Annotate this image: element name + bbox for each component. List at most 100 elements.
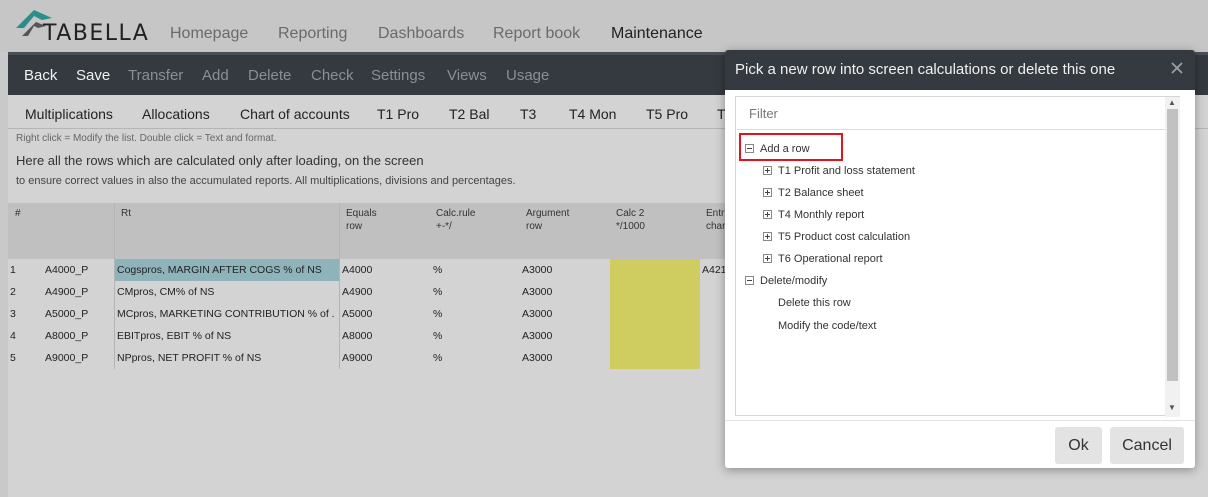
cell-rt[interactable]: EBITpros, EBIT % of NS: [117, 330, 335, 342]
check-button[interactable]: Check: [311, 67, 354, 84]
cell-code[interactable]: A9000_P: [45, 352, 111, 364]
cancel-button[interactable]: Cancel: [1110, 427, 1184, 464]
header-number[interactable]: #: [15, 207, 21, 220]
filter-input[interactable]: [737, 98, 1178, 130]
tree-node-label: T2 Balance sheet: [778, 187, 864, 199]
tab-chart-of-accounts[interactable]: Chart of accounts: [240, 106, 350, 122]
delete-button[interactable]: Delete: [248, 67, 291, 84]
views-button[interactable]: Views: [447, 67, 487, 84]
header-calc-2[interactable]: Calc 2 */1000: [616, 207, 645, 233]
usage-button[interactable]: Usage: [506, 67, 549, 84]
cell-number[interactable]: 2: [10, 286, 40, 298]
nav-reporting[interactable]: Reporting: [278, 25, 347, 43]
table-row[interactable]: 1 A4000_P Cogspros, MARGIN AFTER COGS % of…: [8, 259, 728, 281]
tree-node-delete-modify[interactable]: Delete/modify: [745, 275, 827, 287]
tree-node-t6[interactable]: T6 Operational report: [763, 253, 883, 265]
tab-t1-pro[interactable]: T1 Pro: [377, 106, 419, 122]
tree-node-label: Add a row: [760, 143, 810, 155]
tab-t2-bal[interactable]: T2 Bal: [449, 106, 489, 122]
cell-calc-rule[interactable]: %: [433, 264, 519, 276]
cell-argument-row[interactable]: A3000: [522, 286, 608, 298]
tree-node-delete-this-row[interactable]: Delete this row: [778, 297, 851, 309]
dialog-title: Pick a new row into screen calculations …: [735, 61, 1116, 78]
expand-toggle-icon[interactable]: [763, 232, 772, 241]
expand-toggle-icon[interactable]: [763, 210, 772, 219]
column-divider: [114, 203, 115, 369]
cell-calc-rule[interactable]: %: [433, 352, 519, 364]
nav-homepage[interactable]: Homepage: [170, 25, 248, 43]
settings-button[interactable]: Settings: [371, 67, 425, 84]
table-row[interactable]: 5 A9000_P NPpros, NET PROFIT % of NS A9000%…: [8, 347, 728, 369]
table-row[interactable]: 3 A5000_P MCpros, MARKETING CONTRIBUTION %…: [8, 303, 728, 325]
cell-calc-rule[interactable]: %: [433, 330, 519, 342]
tree-node-t2[interactable]: T2 Balance sheet: [763, 187, 864, 199]
collapse-toggle-icon[interactable]: [745, 144, 754, 153]
nav-dashboards[interactable]: Dashboards: [378, 25, 464, 43]
cell-number[interactable]: 1: [10, 264, 40, 276]
scroll-up-icon[interactable]: ▲: [1168, 98, 1176, 107]
nav-maintenance[interactable]: Maintenance: [611, 25, 703, 43]
cell-equals-row[interactable]: A8000: [342, 330, 428, 342]
tree-node-t4[interactable]: T4 Monthly report: [763, 209, 864, 221]
header-calc-rule[interactable]: Calc.rule +-*/: [436, 207, 475, 233]
cell-rt[interactable]: MCpros, MARKETING CONTRIBUTION % of ...: [117, 308, 335, 320]
dialog-footer: Ok Cancel: [725, 420, 1195, 468]
save-button[interactable]: Save: [76, 67, 110, 84]
collapse-toggle-icon[interactable]: [745, 276, 754, 285]
ok-button[interactable]: Ok: [1055, 427, 1102, 464]
cell-equals-row[interactable]: A9000: [342, 352, 428, 364]
header-entry-char[interactable]: Entr char: [706, 207, 725, 233]
pick-row-dialog: Pick a new row into screen calculations …: [725, 50, 1195, 468]
cell-code[interactable]: A5000_P: [45, 308, 111, 320]
cell-calc-rule[interactable]: %: [433, 286, 519, 298]
scroll-down-icon[interactable]: ▼: [1168, 403, 1176, 412]
tab-t3[interactable]: T3: [520, 106, 536, 122]
transfer-button[interactable]: Transfer: [128, 67, 183, 84]
tree-node-label: T5 Product cost calculation: [778, 231, 911, 243]
header-argument-row[interactable]: Argument row: [526, 207, 569, 233]
cell-entry-char[interactable]: A421: [702, 264, 726, 276]
tree-node-modify-code-text[interactable]: Modify the code/text: [778, 320, 876, 332]
nav-report-book[interactable]: Report book: [493, 25, 580, 43]
cell-code[interactable]: A4900_P: [45, 286, 111, 298]
usage-hint: Right click = Modify the list. Double cl…: [16, 133, 277, 144]
cell-code[interactable]: A8000_P: [45, 330, 111, 342]
cell-number[interactable]: 4: [10, 330, 40, 342]
cell-equals-row[interactable]: A5000: [342, 308, 428, 320]
add-button[interactable]: Add: [202, 67, 229, 84]
tab-t4-mon[interactable]: T4 Mon: [569, 106, 616, 122]
cell-calc-rule[interactable]: %: [433, 308, 519, 320]
cell-equals-row[interactable]: A4000: [342, 264, 428, 276]
cell-argument-row[interactable]: A3000: [522, 308, 608, 320]
cell-equals-row[interactable]: A4900: [342, 286, 428, 298]
tab-allocations[interactable]: Allocations: [142, 106, 210, 122]
tree-node-add-row[interactable]: Add a row: [745, 143, 810, 155]
close-icon[interactable]: [1169, 60, 1185, 76]
expand-toggle-icon[interactable]: [763, 166, 772, 175]
cell-rt[interactable]: CMpros, CM% of NS: [117, 286, 335, 298]
cell-argument-row[interactable]: A3000: [522, 352, 608, 364]
back-button[interactable]: Back: [24, 67, 57, 84]
expand-toggle-icon[interactable]: [763, 254, 772, 263]
tree-scrollbar[interactable]: ▲ ▼: [1165, 97, 1180, 417]
column-divider: [339, 203, 340, 369]
tree-node-label: Delete/modify: [760, 275, 828, 287]
cell-rt[interactable]: NPpros, NET PROFIT % of NS: [117, 352, 335, 364]
cell-code[interactable]: A4000_P: [45, 264, 111, 276]
expand-toggle-icon[interactable]: [763, 188, 772, 197]
cell-argument-row[interactable]: A3000: [522, 264, 608, 276]
cell-number[interactable]: 3: [10, 308, 40, 320]
logo-text: TABELLA: [43, 21, 150, 46]
cell-argument-row[interactable]: A3000: [522, 330, 608, 342]
tree-node-t5[interactable]: T5 Product cost calculation: [763, 231, 910, 243]
scrollbar-thumb[interactable]: [1167, 109, 1178, 381]
table-row[interactable]: 2 A4900_P CMpros, CM% of NS A4900% A3000: [8, 281, 728, 303]
table-row[interactable]: 4 A8000_P EBITpros, EBIT % of NS A8000% A300…: [8, 325, 728, 347]
tab-multiplications[interactable]: Multiplications: [25, 106, 113, 122]
header-equals-row[interactable]: Equals row: [346, 207, 377, 233]
cell-number[interactable]: 5: [10, 352, 40, 364]
cell-rt[interactable]: Cogspros, MARGIN AFTER COGS % of NS: [117, 264, 335, 276]
tab-t5-pro[interactable]: T5 Pro: [646, 106, 688, 122]
tree-node-t1[interactable]: T1 Profit and loss statement: [763, 165, 915, 177]
header-rt[interactable]: Rt: [121, 207, 131, 220]
